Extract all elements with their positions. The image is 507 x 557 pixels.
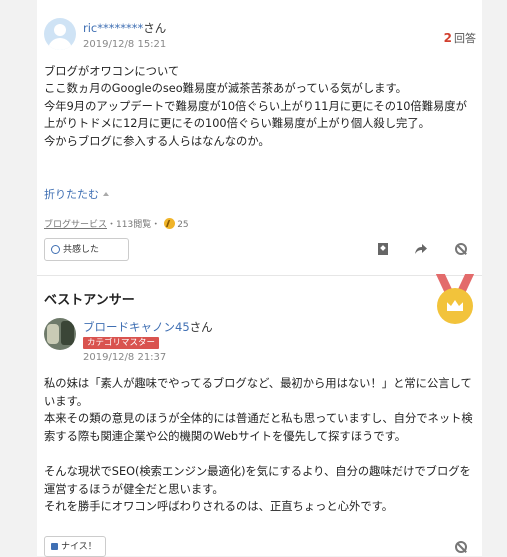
question-line: ブログがオワコンについて xyxy=(44,65,180,78)
question-username[interactable]: ric********さん xyxy=(83,20,166,36)
best-answer-card: ベストアンサー ブロードキャノン45さん カテゴリマスター 2019/12/8 … xyxy=(37,274,482,557)
crown-medal-icon xyxy=(434,274,476,326)
coin-icon xyxy=(164,218,176,229)
share-icon[interactable] xyxy=(415,243,427,255)
view-count: ・113閲覧・ xyxy=(107,220,161,230)
question-card: ric********さん 2019/12/8 15:21 2 回答 ブログがオワ… xyxy=(37,0,482,276)
question-date: 2019/12/8 15:21 xyxy=(83,39,167,50)
question-line: 今年9月のアップデートで難易度が10倍ぐらい上がり11月に更にその10倍難易度が… xyxy=(44,99,467,131)
smile-icon xyxy=(51,245,60,254)
kyokan-button[interactable]: 共感した xyxy=(44,238,129,261)
bookmark-icon[interactable] xyxy=(378,243,388,255)
question-body: ブログがオワコンについて ここ数ヵ月のGoogleのseo難易度が滅茶苦茶あがっ… xyxy=(44,63,474,150)
default-avatar-icon[interactable] xyxy=(44,18,76,50)
question-line: 今からブログに参入する人らはなんなのか。 xyxy=(44,134,270,148)
collapse-link[interactable]: 折りたたむ xyxy=(44,186,109,202)
category-link[interactable]: ブログサービス xyxy=(44,220,107,230)
question-line: ここ数ヵ月のGoogleのseo難易度が滅茶苦茶あがっている気がします。 xyxy=(44,82,407,96)
category-master-badge: カテゴリマスター xyxy=(83,337,160,349)
chevron-up-icon xyxy=(103,192,109,196)
coin-count: 25 xyxy=(177,220,189,230)
answer-body: 私の妹は「素人が趣味でやってるブログなど、最初から用はない！」と常に公言していま… xyxy=(44,375,474,516)
thumbs-up-icon xyxy=(51,543,58,550)
answer-line: 本来その類の意見のほうが全体的には普通だと私も思っていますし、自分でネット検索す… xyxy=(44,412,473,443)
answer-line: それを勝手にオワコン呼ばわりされるのは、正直ちょっと心外です。 xyxy=(44,500,394,514)
qa-page: ric********さん 2019/12/8 15:21 2 回答 ブログがオワ… xyxy=(0,0,507,557)
answer-username[interactable]: ブロードキャノン45さん xyxy=(83,319,213,335)
question-meta: ブログサービス・113閲覧・ 25 xyxy=(44,217,189,230)
answer-line: 私の妹は「素人が趣味でやってるブログなど、最初から用はない！」と常に公言していま… xyxy=(44,377,472,408)
answer-count[interactable]: 2 回答 xyxy=(444,30,476,46)
report-icon[interactable] xyxy=(455,541,467,553)
answer-date: 2019/12/8 21:37 xyxy=(83,352,167,363)
report-icon[interactable] xyxy=(455,243,467,255)
nice-button[interactable]: ナイス！ xyxy=(44,536,106,557)
answerer-avatar[interactable] xyxy=(44,318,76,350)
answer-line xyxy=(44,445,474,463)
best-answer-heading: ベストアンサー xyxy=(44,293,135,308)
answer-line: そんな現状でSEO(検索エンジン最適化)を気にするより、自分の趣味だけでブログを… xyxy=(44,464,471,496)
